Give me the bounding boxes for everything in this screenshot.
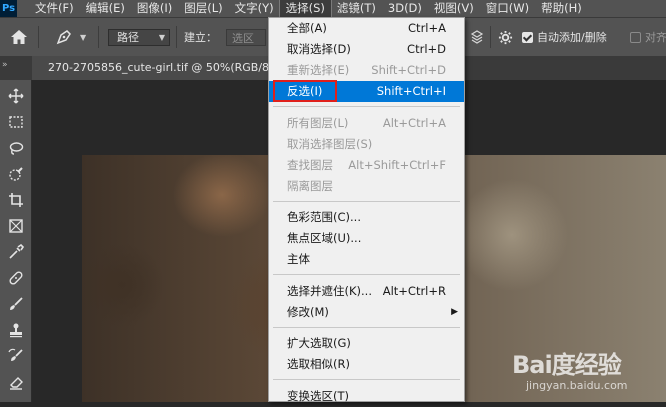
checkbox-unchecked-icon (630, 31, 641, 43)
menu-file[interactable]: 文件(F) (29, 0, 80, 17)
chevron-down-icon[interactable]: ▼ (80, 18, 86, 56)
menu-separator (273, 201, 460, 202)
menu-item-select-and-mask[interactable]: 选择并遮住(K)... Alt+Ctrl+R (269, 281, 464, 302)
menu-item-find-layers[interactable]: 查找图层 Alt+Shift+Ctrl+F (269, 155, 464, 176)
auto-add-delete-checkbox[interactable]: 自动添加/删除 (522, 18, 607, 56)
menu-item-deselect[interactable]: 取消选择(D) Ctrl+D (269, 39, 464, 60)
menu-edit[interactable]: 编辑(E) (80, 0, 131, 17)
chevron-down-icon: ▼ (158, 32, 165, 42)
menu-separator (273, 379, 460, 380)
menu-help[interactable]: 帮助(H) (535, 0, 588, 17)
path-arrangement-icon[interactable] (470, 18, 484, 56)
menu-item-all[interactable]: 全部(A) Ctrl+A (269, 18, 464, 39)
auto-add-delete-label: 自动添加/删除 (537, 31, 607, 44)
menu-item-deselect-layers[interactable]: 取消选择图层(S) (269, 134, 464, 155)
submenu-arrow-icon: ▶ (451, 307, 458, 317)
menu-item-similar[interactable]: 选取相似(R) (269, 354, 464, 375)
menu-type[interactable]: 文字(Y) (229, 0, 280, 17)
crop-tool-icon[interactable] (5, 189, 27, 211)
menu-filter[interactable]: 滤镜(T) (331, 0, 382, 17)
menu-item-modify[interactable]: 修改(M) ▶ (269, 302, 464, 323)
divider (176, 26, 177, 48)
history-brush-tool-icon[interactable] (5, 345, 27, 367)
menu-item-inverse[interactable]: 反选(I) Shift+Ctrl+I (269, 80, 464, 102)
menu-view[interactable]: 视图(V) (428, 0, 480, 17)
tools-panel (0, 80, 32, 402)
build-label: 建立： (184, 31, 217, 44)
menu-item-reselect[interactable]: 重新选择(E) Shift+Ctrl+D (269, 60, 464, 81)
menu-window[interactable]: 窗口(W) (480, 0, 535, 17)
menu-item-all-layers[interactable]: 所有图层(L) Alt+Ctrl+A (269, 113, 464, 134)
eyedropper-tool-icon[interactable] (5, 241, 27, 263)
path-mode-select[interactable]: 路径 ▼ (108, 28, 170, 46)
menu-image[interactable]: 图像(I) (131, 0, 178, 17)
divider (98, 26, 99, 48)
clone-stamp-tool-icon[interactable] (5, 319, 27, 341)
marquee-tool-icon[interactable] (5, 111, 27, 133)
quick-select-tool-icon[interactable] (5, 163, 27, 185)
menu-item-focus-area[interactable]: 焦点区域(U)... (269, 228, 464, 249)
brush-tool-icon[interactable] (5, 293, 27, 315)
menu-separator (273, 274, 460, 275)
move-tool-icon[interactable] (5, 85, 27, 107)
align-edges-label: 对齐 (645, 31, 666, 44)
menu-item-transform-selection[interactable]: 变换选区(T) (269, 386, 464, 407)
photoshop-logo: Ps (0, 0, 17, 17)
eraser-tool-icon[interactable] (5, 371, 27, 393)
menu-item-subject[interactable]: 主体 (269, 249, 464, 270)
menu-layer[interactable]: 图层(L) (178, 0, 228, 17)
select-menu-dropdown: 全部(A) Ctrl+A 取消选择(D) Ctrl+D 重新选择(E) Shif… (268, 17, 465, 403)
frame-tool-icon[interactable] (5, 215, 27, 237)
menu-bar: Ps 文件(F) 编辑(E) 图像(I) 图层(L) 文字(Y) 选择(S) 滤… (0, 0, 666, 18)
checkbox-checked-icon (522, 31, 533, 43)
menu-item-color-range[interactable]: 色彩范围(C)... (269, 207, 464, 228)
pen-tool-icon[interactable] (55, 18, 73, 56)
watermark-url: jingyan.baidu.com (526, 379, 628, 392)
make-selection-button[interactable]: 选区 (226, 28, 266, 46)
healing-brush-tool-icon[interactable] (5, 267, 27, 289)
watermark-logo: Bai度经验 (512, 351, 622, 379)
menu-separator (273, 327, 460, 328)
divider (38, 26, 39, 48)
menu-item-isolate-layers[interactable]: 隔离图层 (269, 176, 464, 197)
menu-3d[interactable]: 3D(D) (382, 0, 428, 17)
align-edges-checkbox[interactable]: 对齐 (630, 18, 666, 56)
gear-icon[interactable] (498, 18, 513, 56)
baidu-watermark: Bai度经验 jingyan.baidu.com (512, 345, 662, 397)
lasso-tool-icon[interactable] (5, 137, 27, 159)
document-tab[interactable]: 270-2705856_cute-girl.tif @ 50%(RGB/8#) (32, 56, 272, 80)
collapse-panel-icon[interactable]: » (2, 60, 8, 70)
home-icon[interactable] (10, 18, 28, 56)
menu-item-grow[interactable]: 扩大选取(G) (269, 333, 464, 354)
annotation-highlight-box (273, 80, 337, 102)
path-mode-value: 路径 (117, 31, 139, 44)
menu-separator (273, 106, 460, 107)
menu-select[interactable]: 选择(S) (278, 0, 332, 18)
divider (490, 26, 491, 48)
